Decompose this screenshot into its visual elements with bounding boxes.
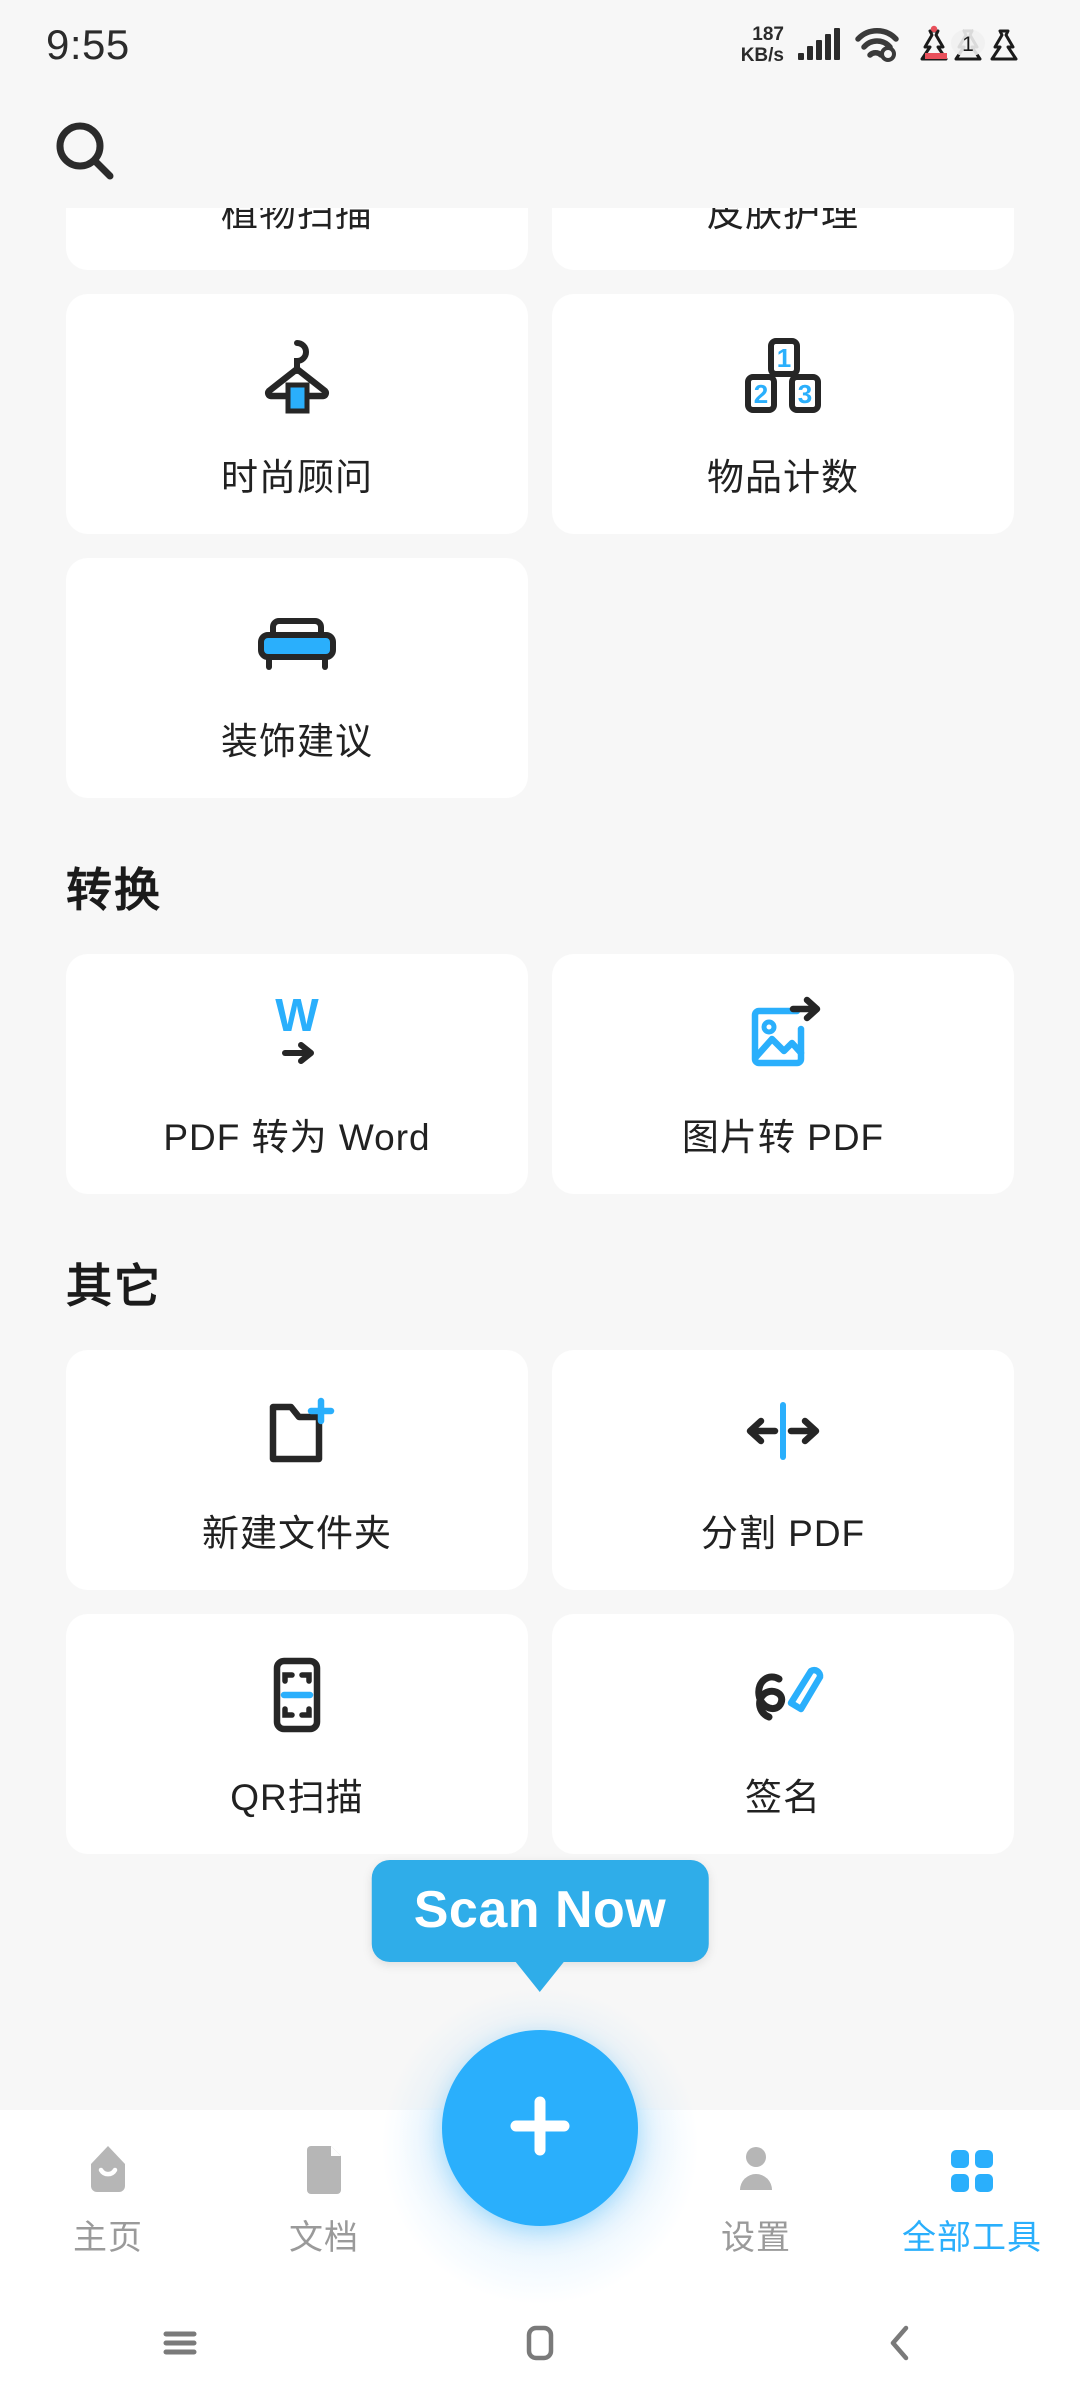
clothes-hanger-icon bbox=[249, 327, 345, 423]
recents-icon bbox=[155, 2318, 205, 2373]
recents-button[interactable] bbox=[0, 2318, 360, 2373]
tool-card-signature[interactable]: 签名 bbox=[552, 1614, 1014, 1854]
tool-card-decoration-advice[interactable]: 装饰建议 bbox=[66, 558, 528, 798]
status-bar: 9:55 187 KB/s 1 bbox=[0, 0, 1080, 90]
battery-tree-icon: 1 bbox=[914, 25, 1034, 65]
sofa-icon bbox=[249, 591, 345, 687]
qr-scan-icon bbox=[249, 1647, 345, 1743]
network-speed-unit: KB/s bbox=[740, 45, 784, 66]
split-pdf-icon bbox=[735, 1383, 831, 1479]
tool-label: 植物扫描 bbox=[221, 208, 373, 234]
section-title-other: 其它 bbox=[66, 1260, 162, 1312]
status-icons: 187 KB/s 1 bbox=[741, 24, 1034, 66]
scan-fab-button[interactable] bbox=[442, 2030, 638, 2226]
tooltip-arrow bbox=[516, 1962, 564, 1992]
nav-label: 全部工具 bbox=[902, 2219, 1042, 2257]
tool-label: PDF 转为 Word bbox=[163, 1117, 431, 1158]
person-settings-icon bbox=[727, 2136, 785, 2198]
svg-text:3: 3 bbox=[798, 379, 812, 409]
svg-text:W: W bbox=[275, 989, 319, 1041]
tool-label: 皮肤护理 bbox=[707, 208, 859, 234]
section-title-convert: 转换 bbox=[66, 864, 162, 916]
search-icon bbox=[49, 115, 121, 192]
search-button[interactable] bbox=[42, 110, 128, 196]
plus-icon bbox=[492, 2078, 588, 2179]
tool-label: 图片转 PDF bbox=[681, 1117, 885, 1158]
tool-label: 新建文件夹 bbox=[202, 1513, 392, 1554]
svg-text:1: 1 bbox=[962, 33, 974, 56]
tool-label: QR扫描 bbox=[230, 1777, 364, 1818]
phone-screen: 9:55 187 KB/s 1 植物扫描 皮肤护理 时尚顾问 1 2 3 物品计… bbox=[0, 0, 1080, 2400]
tooltip-label: Scan Now bbox=[371, 1860, 709, 1962]
svg-text:1: 1 bbox=[777, 343, 791, 373]
svg-text:2: 2 bbox=[754, 379, 768, 409]
home-button[interactable] bbox=[360, 2318, 720, 2373]
image-to-pdf-icon bbox=[735, 987, 831, 1083]
nav-item-home[interactable]: 主页 bbox=[0, 2136, 216, 2259]
tool-card-pdf-to-word[interactable]: W PDF 转为 Word bbox=[66, 954, 528, 1194]
new-folder-icon bbox=[249, 1383, 345, 1479]
tools-grid-other: 新建文件夹 分割 PDF QR扫描 签名 bbox=[0, 1350, 1080, 1854]
back-chevron-icon bbox=[875, 2318, 925, 2373]
document-icon bbox=[295, 2136, 353, 2198]
network-speed-indicator: 187 KB/s bbox=[741, 24, 784, 66]
tool-label: 分割 PDF bbox=[700, 1513, 866, 1554]
wifi-icon bbox=[854, 27, 900, 63]
tool-label: 装饰建议 bbox=[221, 721, 373, 762]
nav-label: 文档 bbox=[289, 2219, 359, 2257]
tool-card-qr-scan[interactable]: QR扫描 bbox=[66, 1614, 528, 1854]
tools-grid-top: 植物扫描 皮肤护理 时尚顾问 1 2 3 物品计数 装饰建议 bbox=[0, 208, 1080, 798]
signal-bars-icon bbox=[798, 28, 840, 60]
tool-card-new-folder[interactable]: 新建文件夹 bbox=[66, 1350, 528, 1590]
nav-label: 设置 bbox=[721, 2219, 791, 2257]
tool-card-item-count[interactable]: 1 2 3 物品计数 bbox=[552, 294, 1014, 534]
tools-scroll-area[interactable]: 植物扫描 皮肤护理 时尚顾问 1 2 3 物品计数 装饰建议 转换 W PDF … bbox=[0, 208, 1080, 2140]
tool-card-image-to-pdf[interactable]: 图片转 PDF bbox=[552, 954, 1014, 1194]
home-icon bbox=[79, 2136, 137, 2198]
scan-now-tooltip[interactable]: Scan Now bbox=[371, 1860, 709, 1992]
nav-label: 主页 bbox=[73, 2219, 143, 2257]
tool-card-split-pdf[interactable]: 分割 PDF bbox=[552, 1350, 1014, 1590]
tool-label: 签名 bbox=[745, 1777, 821, 1818]
tool-card-plant-scan[interactable]: 植物扫描 bbox=[66, 208, 528, 270]
back-button[interactable] bbox=[720, 2318, 1080, 2373]
home-square-icon bbox=[515, 2318, 565, 2373]
tool-label: 物品计数 bbox=[707, 457, 859, 498]
number-blocks-icon: 1 2 3 bbox=[735, 327, 831, 423]
top-bar bbox=[0, 98, 1080, 208]
tools-grid-convert: W PDF 转为 Word 图片转 PDF bbox=[0, 954, 1080, 1194]
tool-card-fashion-advisor[interactable]: 时尚顾问 bbox=[66, 294, 528, 534]
nav-item-all-tools[interactable]: 全部工具 bbox=[864, 2136, 1080, 2259]
network-speed-value: 187 bbox=[752, 24, 784, 45]
status-time: 9:55 bbox=[46, 21, 130, 68]
word-convert-icon: W bbox=[249, 987, 345, 1083]
tool-card-skin-care[interactable]: 皮肤护理 bbox=[552, 208, 1014, 270]
signature-icon bbox=[735, 1647, 831, 1743]
system-navigation-bar bbox=[0, 2290, 1080, 2400]
tool-label: 时尚顾问 bbox=[221, 457, 373, 498]
grid-apps-icon bbox=[943, 2136, 1001, 2198]
